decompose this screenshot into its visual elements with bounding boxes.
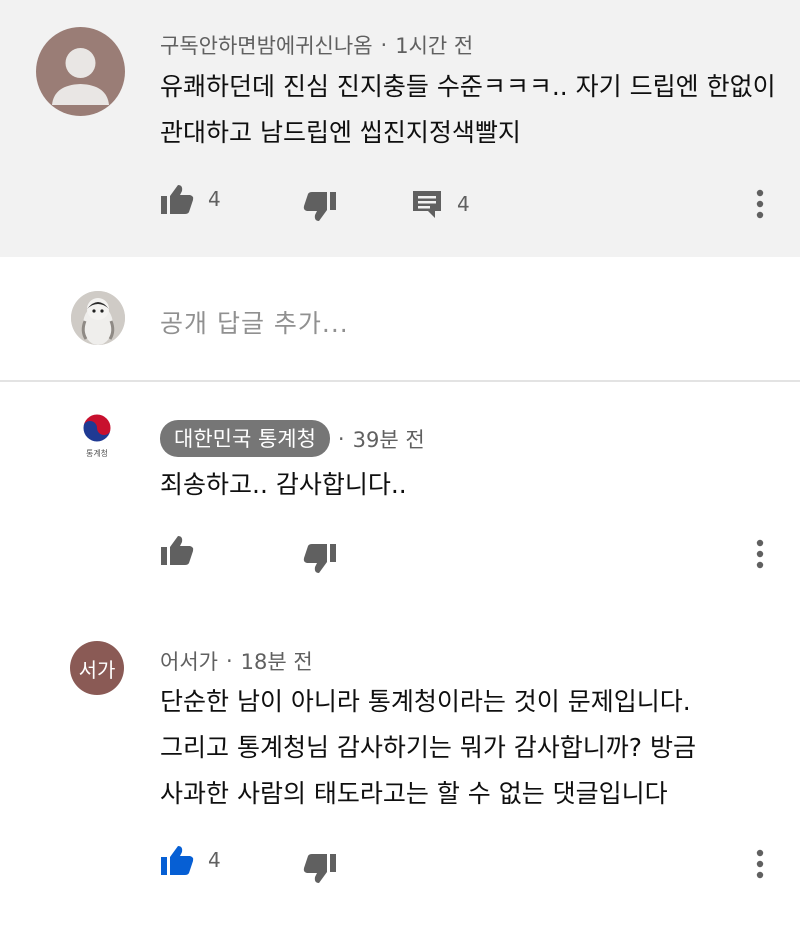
taegeuk-logo-icon — [82, 413, 112, 443]
reply-timestamp[interactable]: 18분 전 — [241, 646, 313, 676]
default-user-icon — [52, 48, 109, 105]
like-button[interactable]: 4 — [160, 183, 221, 215]
more-options-button[interactable] — [755, 539, 765, 569]
meta-separator: · — [380, 33, 388, 57]
reply-input[interactable]: 공개 답글 추가... — [160, 304, 349, 340]
more-options-button[interactable] — [755, 189, 765, 219]
comment-line: 죄송하고.. 감사합니다.. — [160, 470, 407, 499]
parent-meta: 구독안하면밤에귀신나옴 · 1시간 전 — [160, 30, 473, 60]
reply-count: 4 — [457, 192, 470, 216]
thumb-down-icon — [303, 544, 336, 573]
dislike-button[interactable] — [303, 191, 337, 223]
parent-comment-text: 유쾌하던데 진심 진지충들 수준ㅋㅋㅋ.. 자기 드립엔 한없이 관대하고 남드… — [160, 64, 776, 156]
thumb-down-icon — [303, 854, 336, 883]
like-button[interactable] — [160, 534, 194, 566]
comment-line: 단순한 남이 아니라 통계청이라는 것이 문제입니다. — [160, 687, 691, 716]
avatar-initials: 서가 — [78, 657, 116, 682]
more-vertical-icon — [756, 539, 764, 569]
like-count: 4 — [208, 848, 221, 872]
comment-line: 관대하고 남드립엔 씹진지정색빨지 — [160, 118, 521, 147]
thumb-up-icon — [161, 185, 194, 214]
parent-author[interactable]: 구독안하면밤에귀신나옴 — [160, 30, 373, 60]
more-options-button[interactable] — [755, 849, 765, 879]
like-count: 4 — [208, 187, 221, 211]
comment-line: 사과한 사람의 태도라고는 할 수 없는 댓글입니다 — [160, 779, 668, 808]
avatar-caption: 통계청 — [85, 449, 109, 458]
comment-icon — [413, 191, 441, 218]
parent-timestamp[interactable]: 1시간 전 — [395, 30, 473, 60]
current-user-avatar — [71, 291, 125, 345]
meta-separator: · — [337, 426, 345, 451]
more-vertical-icon — [756, 849, 764, 879]
reply-text: 단순한 남이 아니라 통계청이라는 것이 문제입니다. 그리고 통계청님 감사하… — [160, 679, 696, 817]
divider — [0, 380, 800, 382]
reply-meta: 어서가 · 18분 전 — [160, 646, 313, 676]
reply-avatar-statistics-korea[interactable]: 통계청 — [70, 412, 124, 472]
reply-avatar[interactable]: 서가 — [70, 641, 124, 695]
thumb-up-icon — [161, 536, 194, 565]
reply-meta: 대한민국 통계청 · 39분 전 — [160, 420, 425, 457]
thumb-down-icon — [303, 192, 336, 221]
like-button-active[interactable]: 4 — [160, 844, 221, 876]
reply-author-chip[interactable]: 대한민국 통계청 — [160, 420, 330, 457]
reply-text: 죄송하고.. 감사합니다.. — [160, 462, 407, 508]
reply-timestamp[interactable]: 39분 전 — [353, 424, 425, 454]
comment-line: 유쾌하던데 진심 진지충들 수준ㅋㅋㅋ.. 자기 드립엔 한없이 — [160, 72, 776, 101]
parent-avatar[interactable] — [36, 27, 125, 116]
comment-line: 그리고 통계청님 감사하기는 뭐가 감사합니까? 방금 — [160, 733, 697, 762]
reply-button[interactable]: 4 — [411, 189, 470, 219]
dislike-button[interactable] — [303, 543, 337, 575]
more-vertical-icon — [756, 189, 764, 219]
reply-author[interactable]: 어서가 — [160, 646, 218, 676]
meta-separator: · — [225, 649, 233, 673]
thumb-up-icon — [161, 846, 194, 875]
dislike-button[interactable] — [303, 853, 337, 885]
penguin-avatar-icon — [71, 291, 125, 345]
